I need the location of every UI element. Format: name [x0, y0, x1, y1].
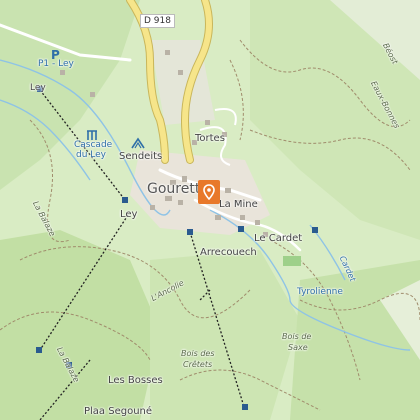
place-label-arrecouech: Arrecouech — [200, 247, 257, 258]
road-shield-d918: D 918 — [140, 14, 175, 28]
place-label-tortes: Tortes — [195, 133, 225, 144]
place-label-ley-mid: Ley — [120, 209, 138, 220]
terrain-label-bois-cretets-2: Crêtets — [183, 360, 213, 369]
terrain-label-bois-cretets-1: Bois des — [181, 349, 215, 358]
place-label-la-mine: La Mine — [219, 199, 258, 210]
place-label-plaa-segoune: Plaa Segouné — [84, 406, 153, 417]
place-label-ley-top: Ley — [30, 83, 46, 93]
place-label-parking: P1 - Ley — [38, 59, 74, 69]
terrain-label-bois-saxe-2: Saxe — [288, 343, 308, 352]
place-label-les-bosses: Les Bosses — [108, 375, 163, 386]
map-view[interactable]: D 918 P P1 - Ley Ley Cascade du Ley Send… — [0, 0, 420, 420]
terrain-label-bois-saxe-1: Bois de — [282, 332, 312, 341]
place-label-le-cardet: Le Cardet — [254, 233, 303, 244]
place-label-cascade-line1: Cascade — [74, 140, 113, 150]
place-label-cascade-line2: du Ley — [76, 150, 106, 160]
place-label-sendeits: Sendeits — [119, 151, 163, 162]
location-pin-icon[interactable] — [198, 180, 220, 204]
place-label-tyrolienne: Tyrolienne — [297, 287, 343, 297]
